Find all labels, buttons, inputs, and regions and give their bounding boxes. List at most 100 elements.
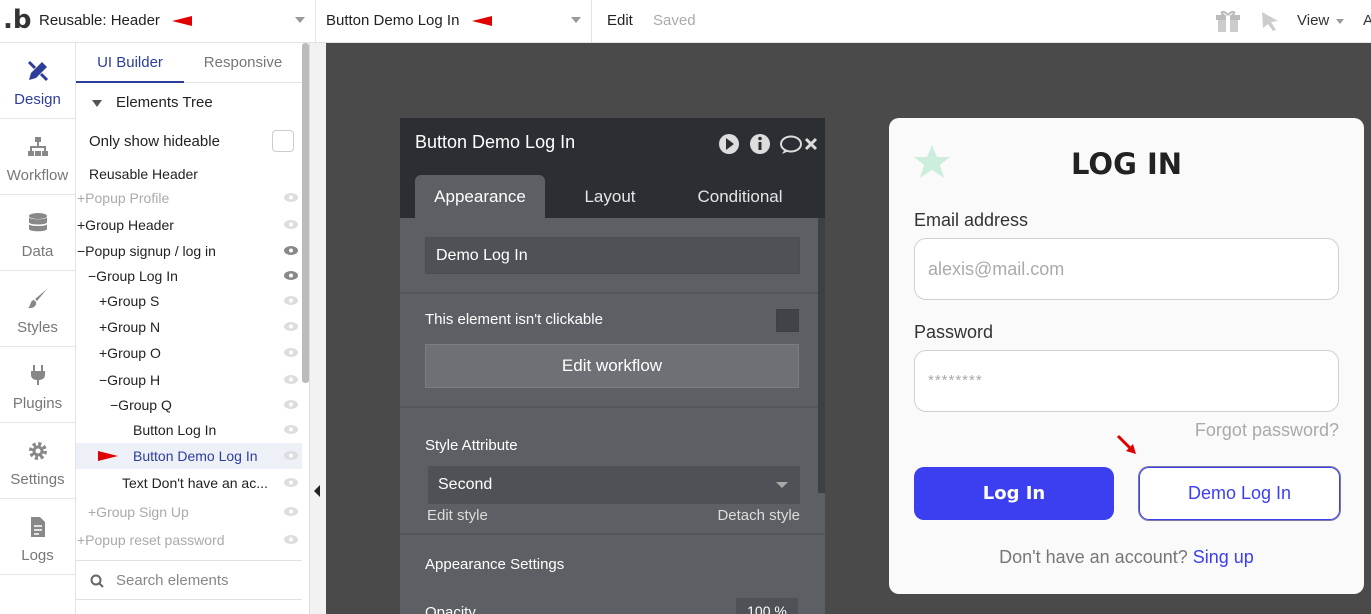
property-editor-title: Button Demo Log In [415, 132, 576, 152]
edit-workflow-button[interactable]: Edit workflow [425, 344, 799, 388]
tree-item-label: +Group Header [77, 217, 174, 233]
top-bar: .b Reusable: Header Button Demo Log In E… [0, 0, 1371, 43]
nav-plugins-label: Plugins [12, 395, 63, 412]
opacity-label: Opacity [425, 604, 476, 614]
edit-style-link[interactable]: Edit style [427, 507, 488, 524]
tree-item-label: +Group Sign Up [88, 504, 189, 520]
eye-icon[interactable] [284, 246, 298, 255]
collapse-arrow-icon[interactable] [314, 485, 320, 497]
tree-item[interactable]: +Popup Profile [76, 185, 302, 211]
eye-icon[interactable] [284, 220, 298, 229]
opacity-input[interactable]: 100 % [736, 598, 798, 614]
eye-icon[interactable] [284, 322, 298, 331]
search-placeholder: Search elements [116, 572, 229, 589]
password-field[interactable]: ******** [914, 350, 1339, 412]
only-hideable-toggle[interactable]: Only show hideable [76, 125, 302, 159]
eye-icon[interactable] [284, 348, 298, 357]
tree-item[interactable]: +Group S [76, 288, 302, 314]
nav-design[interactable]: Design [0, 43, 75, 119]
style-select[interactable]: Second [428, 466, 800, 504]
detach-style-link[interactable]: Detach style [717, 507, 800, 524]
eye-icon[interactable] [284, 535, 298, 544]
tree-item[interactable]: −Popup signup / log in [76, 238, 302, 264]
tree-item[interactable]: Text Don't have an ac... [76, 470, 302, 496]
eye-icon[interactable] [284, 375, 298, 384]
gear-icon [29, 442, 47, 460]
tree-item[interactable]: Reusable Header [76, 161, 302, 187]
nav-data[interactable]: Data [0, 195, 75, 271]
elements-panel: UI Builder Responsive Elements Tree Only… [76, 43, 302, 614]
tree-item-label: −Group Q [110, 397, 172, 413]
demo-log-in-button[interactable]: Demo Log In [1138, 466, 1341, 521]
nav-settings[interactable]: Settings [0, 423, 75, 499]
close-icon[interactable] [804, 137, 818, 151]
cursor-icon[interactable] [1258, 9, 1284, 33]
eye-icon[interactable] [284, 296, 298, 305]
property-editor-header[interactable]: Button Demo Log In Appearance Layout Con… [400, 118, 825, 218]
nav-plugins[interactable]: Plugins [0, 347, 75, 423]
login-popup-preview: LOG IN Email address alexis@mail.com Pas… [889, 118, 1364, 594]
tree-item[interactable]: +Group Header [76, 212, 302, 238]
page-selector-value: Reusable: Header [39, 12, 160, 29]
tree-item[interactable]: +Group O [76, 340, 302, 366]
eye-icon[interactable] [284, 193, 298, 202]
eye-icon[interactable] [284, 507, 298, 516]
eye-icon[interactable] [284, 478, 298, 487]
tree-item-label: +Group N [99, 319, 161, 335]
element-name-input[interactable]: Demo Log In [425, 237, 800, 274]
email-field[interactable]: alexis@mail.com [914, 238, 1339, 300]
annotation-arrow-icon [471, 16, 492, 27]
design-icon [27, 60, 49, 82]
panel-scrollbar[interactable] [302, 43, 309, 383]
tree-item-selected[interactable]: Button Demo Log In [76, 443, 302, 469]
left-navigation: Design Workflow Data Styles Plugins Sett… [0, 43, 76, 614]
caret-down-icon [92, 100, 102, 107]
editor-scrollbar[interactable] [818, 218, 825, 493]
tree-item[interactable]: Button Log In [76, 417, 302, 443]
view-menu[interactable]: View [1297, 0, 1345, 42]
email-label: Email address [914, 210, 1029, 230]
more-menu[interactable]: A [1363, 0, 1371, 42]
eye-icon[interactable] [284, 425, 298, 434]
chevron-down-icon [571, 17, 581, 23]
elements-tree-header[interactable]: Elements Tree [76, 83, 302, 123]
save-status: Saved [653, 12, 696, 29]
annotation-arrow-icon [1116, 434, 1136, 454]
nav-logs-label: Logs [21, 547, 54, 564]
panel-collapse-gutter[interactable] [309, 43, 326, 614]
sign-up-link[interactable]: Sing up [1193, 547, 1254, 567]
element-selector[interactable]: Button Demo Log In [319, 0, 592, 42]
nav-workflow[interactable]: Workflow [0, 119, 75, 195]
forgot-password-link[interactable]: Forgot password? [1195, 420, 1339, 441]
tree-item-label: Text Don't have an ac... [122, 475, 268, 491]
tree-item[interactable]: −Group H [76, 367, 302, 393]
eye-icon[interactable] [284, 400, 298, 409]
tree-item[interactable]: +Popup reset password [76, 527, 302, 553]
comment-icon[interactable] [780, 135, 802, 155]
nav-logs[interactable]: Logs [0, 499, 75, 575]
eye-icon[interactable] [284, 271, 298, 280]
nav-styles[interactable]: Styles [0, 271, 75, 347]
tab-conditional[interactable]: Conditional [675, 175, 805, 218]
search-elements[interactable]: Search elements [76, 560, 302, 600]
tab-layout[interactable]: Layout [545, 175, 675, 218]
log-in-button[interactable]: Log In [914, 467, 1114, 520]
edit-menu[interactable]: Edit [607, 0, 633, 42]
tree-item[interactable]: −Group Log In [76, 263, 302, 289]
eye-icon[interactable] [284, 451, 298, 460]
tab-ui-builder[interactable]: UI Builder [76, 43, 184, 83]
only-hideable-checkbox[interactable] [272, 130, 294, 152]
tab-appearance[interactable]: Appearance [415, 175, 545, 218]
not-clickable-checkbox[interactable] [776, 309, 799, 332]
info-icon[interactable] [750, 134, 770, 154]
tree-item[interactable]: +Group Sign Up [76, 499, 302, 525]
bubble-logo[interactable]: .b [3, 6, 32, 36]
tree-item[interactable]: +Group N [76, 314, 302, 340]
tab-responsive[interactable]: Responsive [188, 43, 298, 83]
tree-item[interactable]: −Group Q [76, 392, 302, 418]
gift-icon[interactable] [1215, 9, 1241, 33]
page-selector[interactable]: Reusable: Header [32, 0, 316, 42]
no-account-text: Don't have an account? [999, 547, 1188, 567]
signup-row: Don't have an account? Sing up [889, 547, 1364, 568]
play-icon[interactable] [719, 134, 739, 154]
